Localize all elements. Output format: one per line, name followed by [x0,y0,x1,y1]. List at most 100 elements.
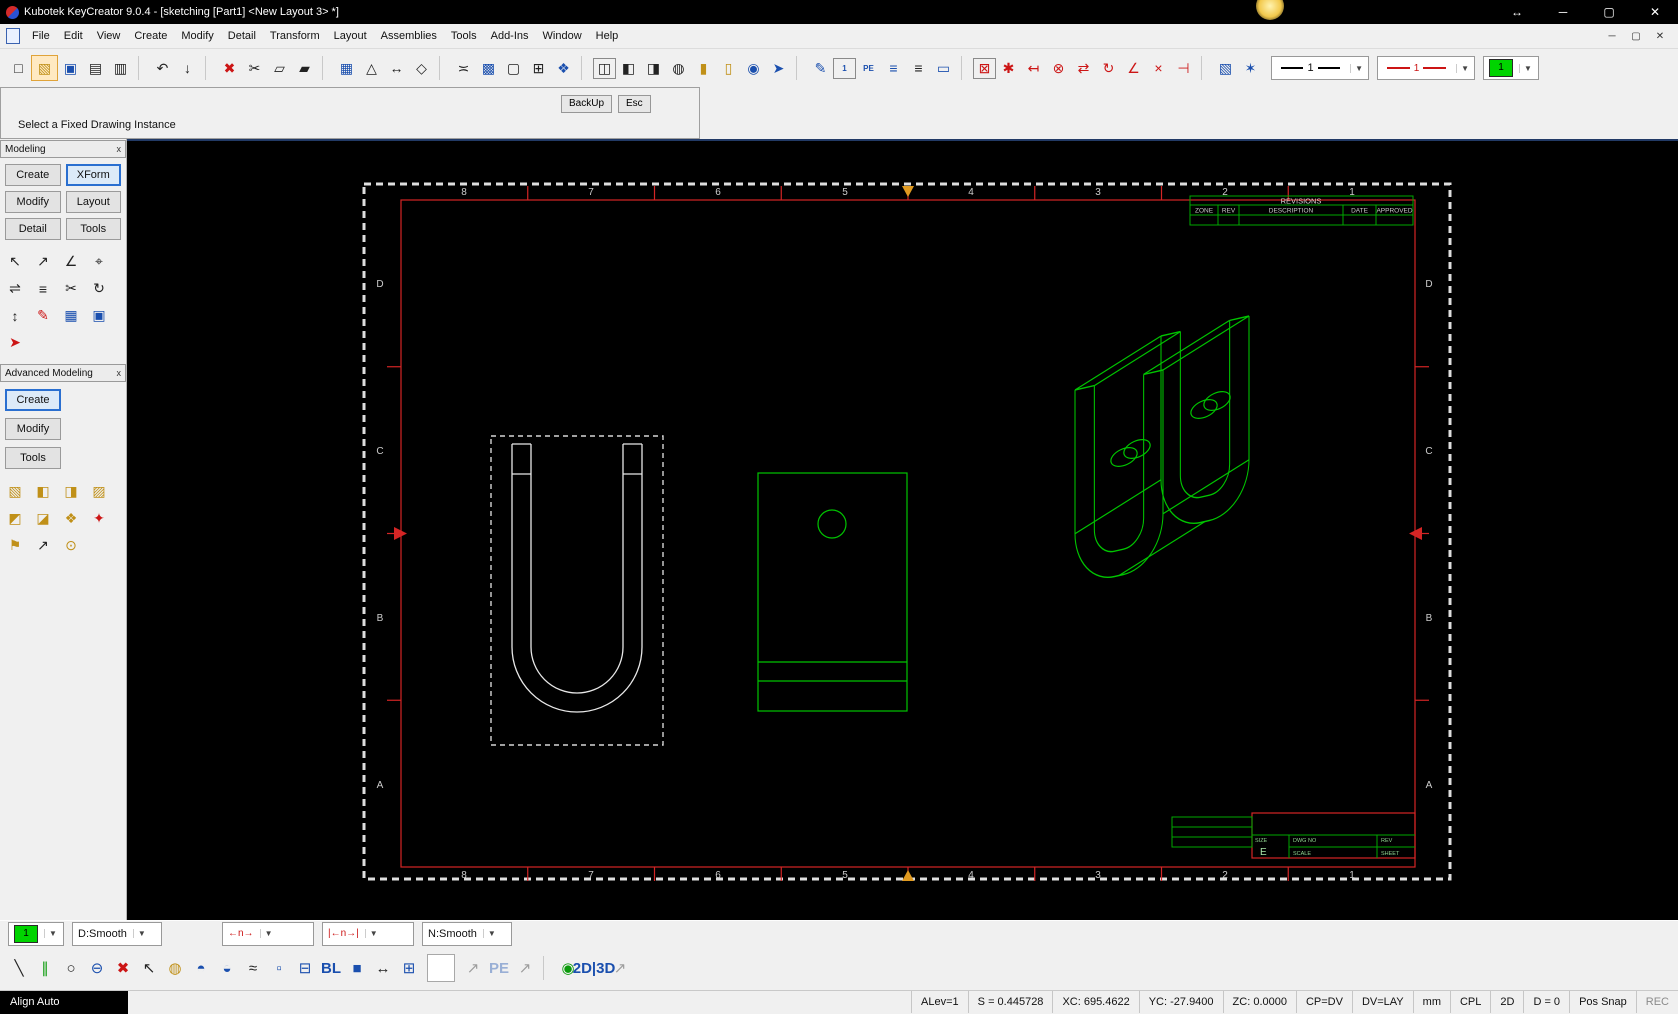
xform-mirror-icon[interactable]: ⇌ [1,275,29,302]
rect-tool-icon[interactable]: ▫ [266,955,292,981]
mdi-close-button[interactable]: ✕ [1648,31,1672,42]
align-mode-indicator[interactable]: Align Auto [0,990,128,1014]
snap-center-icon[interactable]: ⊗ [1046,56,1071,80]
tab-detail[interactable]: Detail [5,218,61,240]
snap-point-icon[interactable]: ✱ [996,56,1021,80]
advanced-close-icon[interactable]: x [117,368,122,378]
xform-project-icon[interactable]: ▣ [85,302,113,329]
level-display-icon[interactable]: 1 [833,57,856,79]
polygon-icon[interactable]: ◇ [409,56,434,80]
open-file-icon[interactable]: ▧ [31,55,58,81]
adv-pick-icon[interactable]: ↗ [29,532,57,559]
pick-tool-icon[interactable]: ↗ [460,955,486,981]
adv-flag-icon[interactable]: ⚑ [1,532,29,559]
bl-tool-icon[interactable]: BL [318,955,344,981]
adv-solid-add-icon[interactable]: ◩ [1,505,29,532]
zoom-extents-icon[interactable]: ⊞ [526,56,551,80]
menu-transform[interactable]: Transform [263,26,327,46]
dim-arrow-style-select[interactable]: ←n→ ▼ [222,921,314,946]
snap-origin-icon[interactable]: ⊠ [973,57,996,79]
snap-angle-icon[interactable]: ∠ [1121,56,1146,80]
adv-datum-icon[interactable]: ⊙ [57,532,85,559]
modeling-close-icon[interactable]: x [117,144,122,154]
iso-view-icon[interactable]: ◫ [593,57,616,79]
fill-tool-icon[interactable]: ■ [344,955,370,981]
delete-icon[interactable]: ✖ [217,56,242,80]
view-top-icon[interactable]: ◍ [666,56,691,80]
circle-tool-icon[interactable]: ○ [58,955,84,981]
snap-perp-icon[interactable]: ⊣ [1171,56,1196,80]
adv-draft-icon[interactable]: ✦ [85,505,113,532]
backup-button[interactable]: BackUp [561,95,613,113]
snap-end-icon[interactable]: ↤ [1021,56,1046,80]
button-tools[interactable]: Tools [5,447,61,469]
tab-tools[interactable]: Tools [65,218,121,240]
stretch-tool-icon[interactable]: ↔ [370,955,396,981]
adv-extrude-icon[interactable]: ◧ [29,478,57,505]
menu-file[interactable]: File [25,26,57,46]
dock-icon[interactable]: ↔ [1494,0,1540,24]
view-side-icon[interactable]: ◨ [641,56,666,80]
menu-view[interactable]: View [90,26,128,46]
pick-tool3-icon[interactable]: ↗ [607,955,633,981]
drawing-viewport[interactable]: 8877665544332211DDCCBBAA REVISIONS ZONE … [127,139,1678,920]
paste-icon[interactable]: ▰ [292,56,317,80]
menu-layout[interactable]: Layout [327,26,374,46]
menu-addins[interactable]: Add-Ins [484,26,536,46]
array-icon[interactable]: ▦ [334,56,359,80]
menu-detail[interactable]: Detail [221,26,263,46]
pevue-tool-icon[interactable]: PE [486,955,512,981]
color-select-bottom[interactable]: 1 ▼ [8,921,64,946]
save-file-icon[interactable]: ▣ [58,56,83,80]
mode-2d3d-icon[interactable]: 2D|3D [573,955,616,981]
line-color-select[interactable]: 1 ▼ [1377,56,1475,80]
iso-view[interactable] [1074,315,1250,586]
cylinder-tool-icon[interactable]: ◍ [162,955,188,981]
xform-dynamic-icon[interactable]: ↖ [1,248,29,275]
sheet-icon[interactable]: ▯ [716,56,741,80]
xform-break-icon[interactable]: ✂ [57,275,85,302]
picture-icon[interactable]: ▩ [476,56,501,80]
xform-spin-icon[interactable]: ↻ [85,275,113,302]
corner-tool-icon[interactable]: ⊟ [292,955,318,981]
adv-sweep-icon[interactable]: ◨ [57,478,85,505]
menu-window[interactable]: Window [536,26,589,46]
new-file-icon[interactable]: □ [6,56,31,80]
esc-button[interactable]: Esc [618,95,651,113]
zoom-window-icon[interactable]: ▢ [501,56,526,80]
delete-tool-icon[interactable]: ✖ [110,955,136,981]
cut-icon[interactable]: ✂ [242,56,267,80]
status-rec[interactable]: REC [1635,991,1678,1013]
xform-rotate-icon[interactable]: ∠ [57,248,85,275]
chain-select-icon[interactable]: ≍ [451,56,476,80]
modeling-panel-caption[interactable]: Modeling x [0,140,126,158]
pointer-icon[interactable]: ➤ [766,56,791,80]
copy-icon[interactable]: ▱ [267,56,292,80]
front-view-selected[interactable] [490,435,664,746]
xform-translate-icon[interactable]: ↗ [29,248,57,275]
line-tool-icon[interactable]: ╲ [6,955,32,981]
menu-modify[interactable]: Modify [174,26,220,46]
ellipse-blue1-icon[interactable]: ◓ [188,955,214,981]
d-smooth-select[interactable]: D:Smooth ▼ [72,921,162,946]
level-up-icon[interactable]: ≡ [881,56,906,80]
adv-solid-cut-icon[interactable]: ◪ [29,505,57,532]
menu-help[interactable]: Help [589,26,626,46]
side-view[interactable] [757,472,908,712]
mdi-minimize-button[interactable]: ─ [1600,31,1624,42]
button-create[interactable]: Create [5,389,61,411]
adv-mesh-icon[interactable]: ▨ [85,478,113,505]
sketch-icon[interactable]: ✎ [808,56,833,80]
menu-create[interactable]: Create [127,26,174,46]
ellipse-blue2-icon[interactable]: ◒ [214,955,240,981]
view-cube-icon[interactable]: ▧ [1213,56,1238,80]
stretch-icon[interactable]: ↔ [384,56,409,80]
tab-layout[interactable]: Layout [65,191,121,213]
drawing-canvas[interactable]: 8877665544332211D DC CB BA A REVISIONS ZONE … [127,141,1678,922]
maximize-button[interactable]: ▢ [1586,0,1632,24]
adv-block-icon[interactable]: ▧ [1,478,29,505]
n-smooth-select[interactable]: N:Smooth ▼ [422,921,512,946]
xform-array-icon[interactable]: ▦ [57,302,85,329]
close-button[interactable]: ✕ [1632,0,1678,24]
mdi-restore-button[interactable]: ▢ [1624,31,1648,42]
